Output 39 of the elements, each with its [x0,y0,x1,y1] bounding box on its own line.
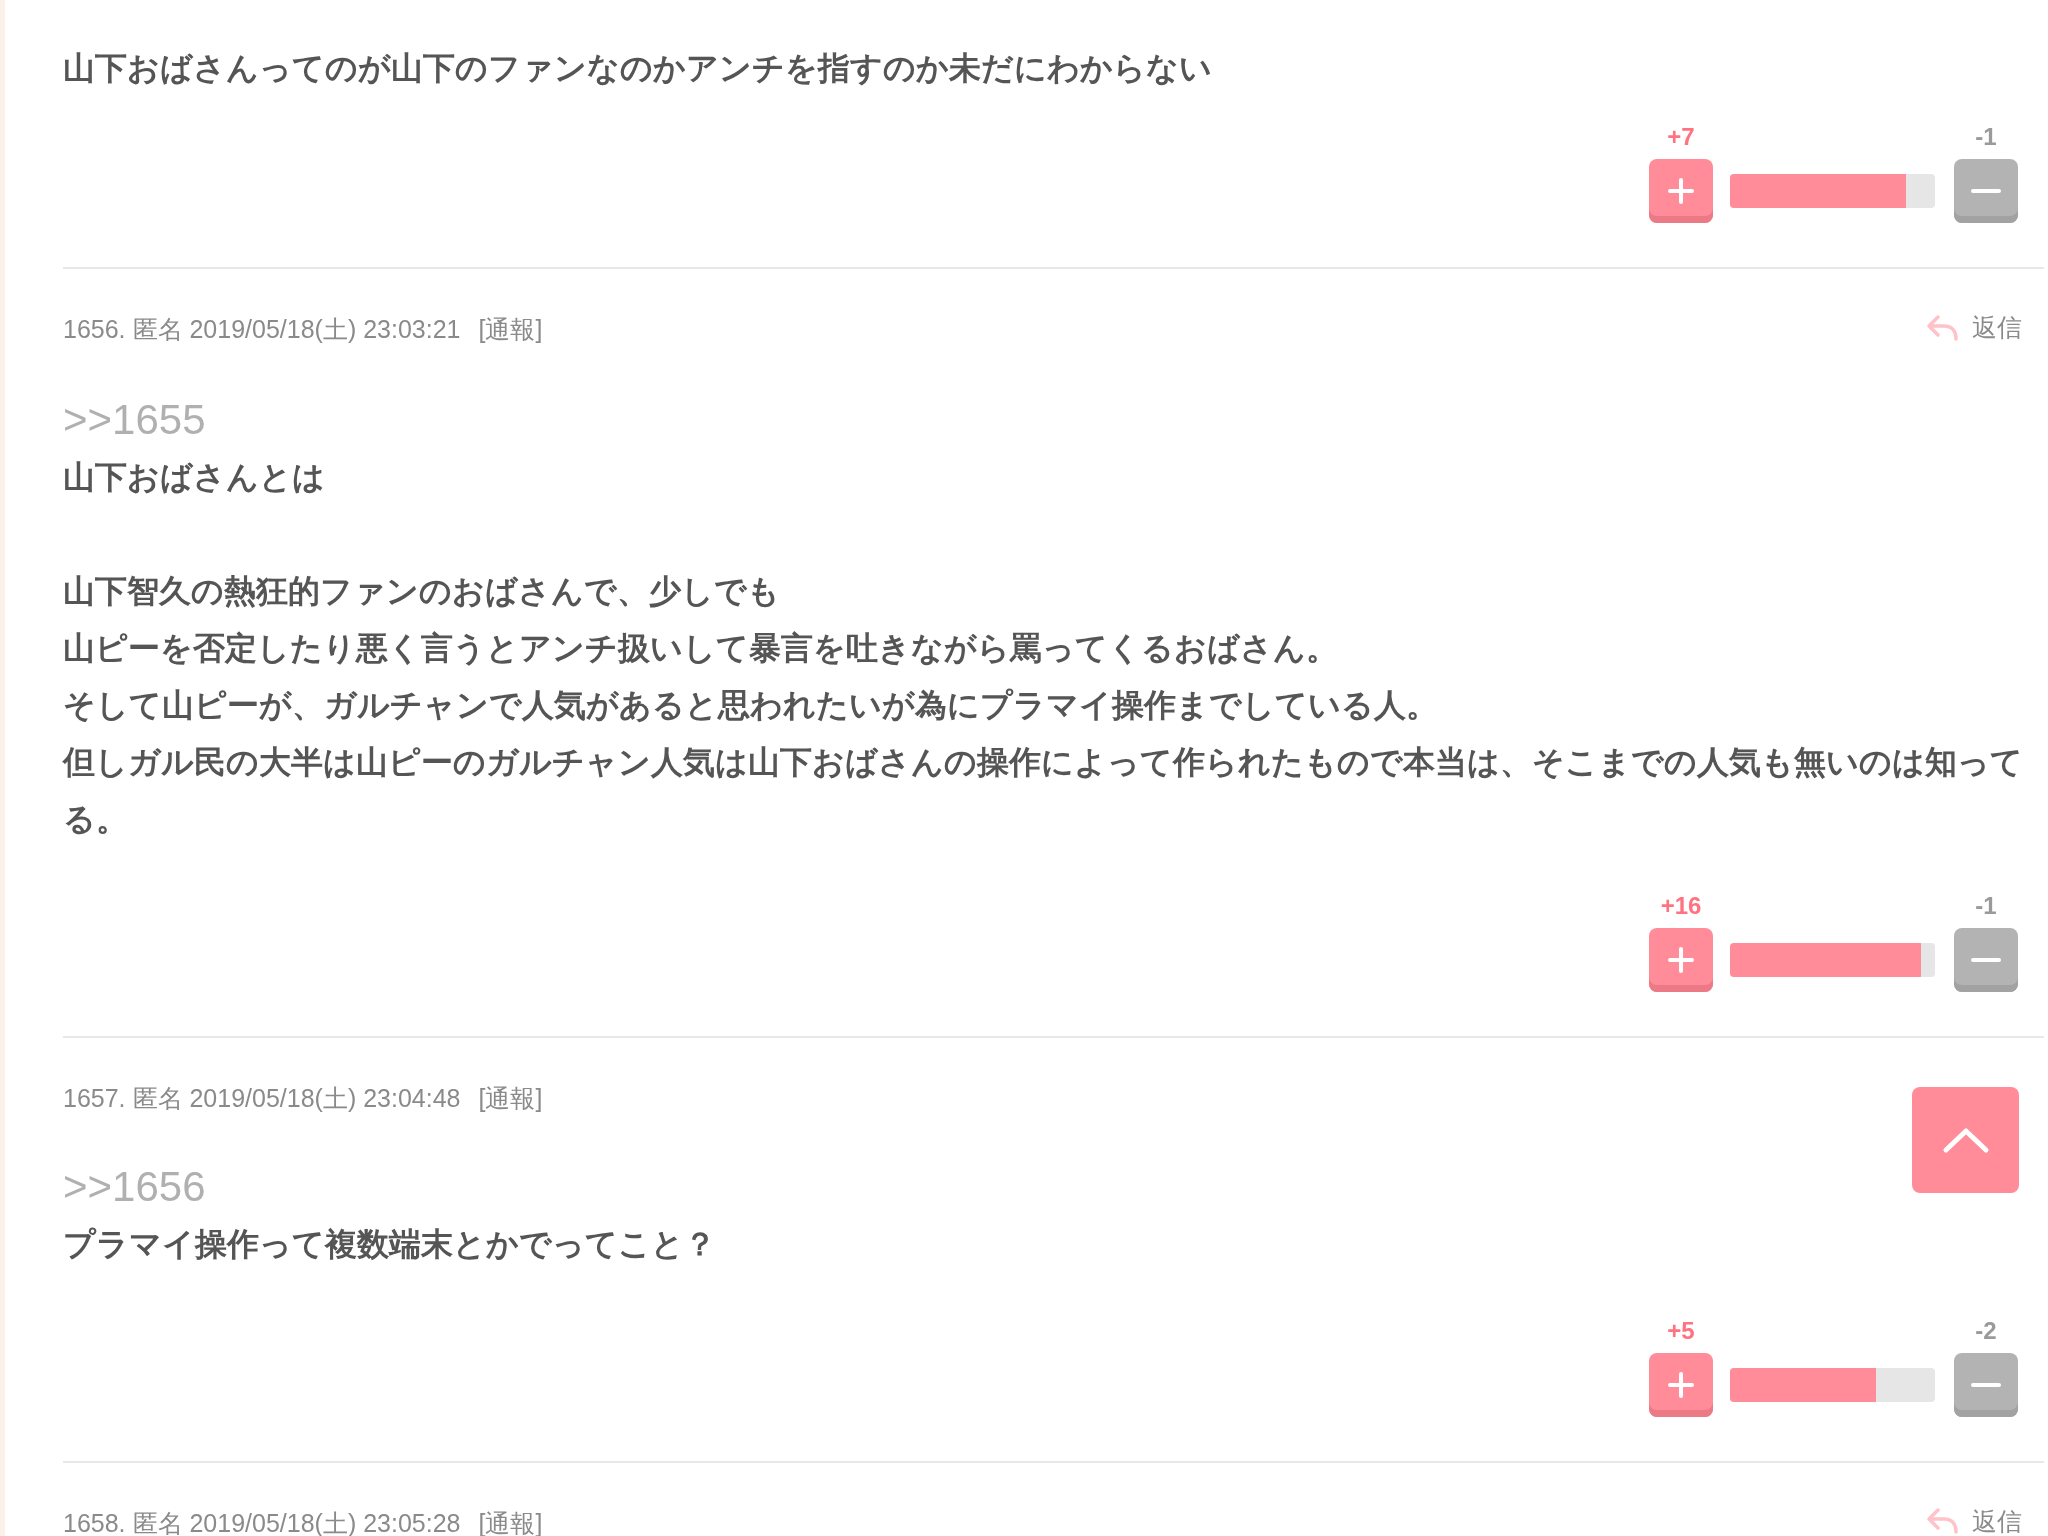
minus-icon [1970,188,2002,194]
minus-button[interactable] [1954,159,2018,223]
minus-icon [1970,1381,2002,1388]
chevron-up-icon [1941,1126,1990,1154]
minus-button[interactable] [1954,1352,2018,1417]
minus-button[interactable] [1954,927,2018,992]
comment-meta: 1658. 匿名 2019/05/18(土) 23:05:28 [63,1507,461,1536]
plus-count: +16 [1660,893,1702,918]
comment-text: 山下おばさんってのが山下のファンなのかアンチを指すのか未だにわからない [63,49,1213,88]
comment-text: そして山ピーが、ガルチャンで人気があると思われたいが為にプラマイ操作までしている人。 [63,685,1439,725]
plus-button[interactable] [1649,927,1713,992]
comment-text: 山下おばさんとは [63,457,326,497]
plus-icon [1667,177,1695,205]
plus-icon [1667,945,1695,974]
plus-count: +5 [1667,1318,1695,1343]
report-link[interactable]: [通報] [478,313,543,345]
report-link[interactable]: [通報] [478,1506,543,1536]
comment-text: 山ピーを否定したり悪く言うとアンチ扱いして暴言を吐きながら罵ってくるおばさん。 [63,628,1339,668]
plus-button[interactable] [1649,1352,1713,1417]
report-link[interactable]: [通報] [478,1081,543,1114]
reply-arrow-icon [1926,1507,1960,1536]
plus-button[interactable] [1649,159,1713,223]
plus-icon [1667,1370,1695,1399]
reply-link[interactable]: 返信 [1926,1502,2022,1536]
comment-text: 山下智久の熱狂的ファンのおばさんで、少しでも [63,571,781,611]
scroll-to-top-button[interactable] [1912,1087,2019,1193]
minus-icon [1970,956,2002,963]
reply-anchor-link[interactable]: >>1656 [63,1162,206,1210]
minus-count: -1 [1975,893,1997,918]
comment-meta: 1656. 匿名 2019/05/18(土) 23:03:21 [63,314,461,345]
comment-text: プラマイ操作って複数端末とかでってこと？ [63,1224,717,1264]
comment-meta: 1657. 匿名 2019/05/18(土) 23:04:48 [63,1082,461,1114]
reply-arrow-icon [1926,313,1960,342]
reply-link[interactable]: 返信 [1926,309,2022,347]
minus-count: -1 [1975,125,1997,149]
comment-text: 但しガル民の大半は山ピーのガルチャン人気は山下おばさんの操作によって作られたもので本当は、そこまでの人気も無いのは知ってる。 [63,742,2024,839]
minus-count: -2 [1975,1318,1997,1343]
plus-count: +7 [1667,125,1695,149]
reply-anchor-link[interactable]: >>1655 [63,395,206,443]
